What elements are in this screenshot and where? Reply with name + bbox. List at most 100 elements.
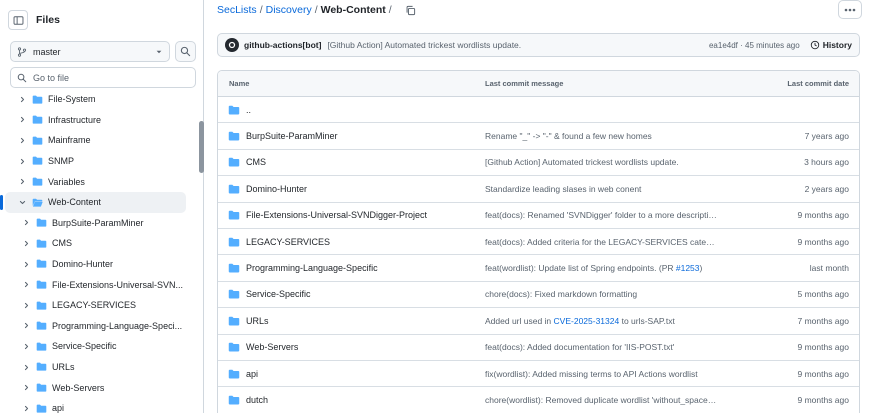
table-row[interactable]: LEGACY-SERVICES feat(docs): Added criteri… — [218, 229, 859, 256]
commit-message[interactable]: [Github Action] Automated trickest wordl… — [327, 40, 709, 50]
history-button[interactable]: History — [810, 40, 852, 50]
table-row[interactable]: api fix(wordlist): Added missing terms to… — [218, 361, 859, 388]
commit-message-tail[interactable]: to urls-SAP.txt — [619, 316, 675, 326]
avatar[interactable] — [225, 38, 239, 52]
tree-toggle[interactable] — [17, 115, 27, 125]
tree-item-label: LEGACY-SERVICES — [52, 300, 137, 311]
file-name-link[interactable]: Service-Specific — [246, 289, 311, 299]
commit-reference-link[interactable]: CVE-2025-31324 — [554, 316, 620, 326]
tree-item-urls[interactable]: URLs — [0, 357, 200, 378]
commit-message-text[interactable]: feat(docs): Renamed 'SVNDigger' folder t… — [485, 210, 729, 220]
folder-icon — [228, 105, 240, 115]
chevron-right-icon — [24, 384, 28, 391]
tree-toggle[interactable] — [21, 321, 31, 331]
commit-message-text[interactable]: [Github Action] Automated trickest wordl… — [485, 157, 679, 167]
file-name-link[interactable]: Domino-Hunter — [246, 184, 307, 194]
table-row[interactable]: BurpSuite-ParamMiner Rename "_" -> "-" & … — [218, 123, 859, 150]
breadcrumb-repo-link[interactable]: SecLists — [217, 4, 257, 16]
go-to-file-input[interactable] — [33, 72, 183, 83]
commit-message-text[interactable]: Rename "_" -> "-" & found a few new home… — [485, 131, 652, 141]
table-row[interactable]: Domino-Hunter Standardize leading slases … — [218, 176, 859, 203]
commit-message-tail[interactable]: ) — [700, 263, 703, 273]
tree-toggle[interactable] — [21, 403, 31, 413]
tree-toggle[interactable] — [21, 259, 31, 269]
tree-item-web-servers[interactable]: Web-Servers — [0, 377, 200, 398]
file-name-link[interactable]: dutch — [246, 395, 268, 405]
tree-item-file-system[interactable]: File-System — [0, 89, 200, 110]
tree-item-mainframe[interactable]: Mainframe — [0, 130, 200, 151]
tree-toggle[interactable] — [17, 197, 27, 207]
search-files-button[interactable] — [175, 41, 196, 62]
tree-toggle[interactable] — [21, 300, 31, 310]
tree-toggle[interactable] — [21, 362, 31, 372]
go-to-file-field[interactable] — [10, 67, 196, 88]
collapse-sidebar-button[interactable] — [8, 10, 28, 30]
file-name-link[interactable]: CMS — [246, 157, 266, 167]
tree-item-cms[interactable]: CMS — [0, 233, 200, 254]
tree-toggle[interactable] — [17, 156, 27, 166]
file-name-link[interactable]: .. — [246, 105, 251, 115]
tree-toggle[interactable] — [17, 94, 27, 104]
commit-message-text[interactable]: chore(wordlist): Removed duplicate wordl… — [485, 395, 725, 405]
commit-message-text[interactable]: Added url used in — [485, 316, 554, 326]
table-row[interactable]: .. — [218, 97, 859, 124]
row-commit-date: 9 months ago — [797, 368, 849, 379]
file-name-link[interactable]: Programming-Language-Specific — [246, 263, 378, 273]
tree-item-service-specific[interactable]: Service-Specific — [0, 336, 200, 357]
commit-message-text[interactable]: fix(wordlist): Added missing terms to AP… — [485, 369, 698, 379]
tree-item-legacy-services[interactable]: LEGACY-SERVICES — [0, 295, 200, 316]
tree-item-api[interactable]: api — [0, 398, 200, 413]
file-name-link[interactable]: api — [246, 369, 258, 379]
commit-hash-time[interactable]: ea1e4df · 45 minutes ago — [709, 41, 800, 50]
chevron-down-icon — [19, 200, 25, 204]
commit-message-text[interactable]: chore(docs): Fixed markdown formatting — [485, 289, 637, 299]
tree-toggle[interactable] — [21, 238, 31, 248]
tree-toggle[interactable] — [17, 135, 27, 145]
tree-item-snmp[interactable]: SNMP — [0, 151, 200, 172]
branch-selector[interactable]: master — [10, 41, 170, 62]
file-name-link[interactable]: Web-Servers — [246, 342, 298, 352]
commit-message-text[interactable]: Standardize leading slases in web conent — [485, 184, 641, 194]
table-row[interactable]: URLs Added url used in CVE-2025-31324 to … — [218, 308, 859, 335]
tree-toggle[interactable] — [21, 341, 31, 351]
commit-reference-link[interactable]: #1253 — [676, 263, 700, 273]
tree-toggle[interactable] — [21, 383, 31, 393]
table-row[interactable]: CMS [Github Action] Automated trickest wo… — [218, 150, 859, 177]
tree-item-web-content[interactable]: Web-Content — [0, 191, 186, 213]
folder-icon — [228, 290, 240, 299]
table-row[interactable]: Service-Specific chore(docs): Fixed markd… — [218, 282, 859, 309]
search-icon — [17, 73, 27, 82]
tree-item-burpsuite-paramminer[interactable]: BurpSuite-ParamMiner — [0, 213, 200, 234]
tree-toggle[interactable] — [17, 177, 27, 187]
tree-item-variables[interactable]: Variables — [0, 171, 200, 192]
more-options-button[interactable] — [838, 0, 862, 19]
commit-message-text[interactable]: feat(docs): Added documentation for 'IIS… — [485, 342, 674, 352]
folder-icon — [32, 95, 43, 104]
tree-item-file-extensions-universal-svn[interactable]: File-Extensions-Universal-SVN... — [0, 274, 200, 295]
table-row[interactable]: File-Extensions-Universal-SVNDigger-Proj… — [218, 203, 859, 229]
tree-item-domino-hunter[interactable]: Domino-Hunter — [0, 254, 200, 275]
row-commit-date: 5 months ago — [797, 289, 849, 300]
sidebar-title: Files — [36, 14, 60, 26]
chevron-right-icon — [24, 405, 28, 411]
tree-item-infrastructure[interactable]: Infrastructure — [0, 110, 200, 131]
commit-author[interactable]: github-actions[bot] — [244, 40, 321, 50]
sidebar-scrollbar[interactable] — [199, 121, 204, 173]
file-name-link[interactable]: BurpSuite-ParamMiner — [246, 131, 338, 141]
table-row[interactable]: Programming-Language-Specific feat(wordli… — [218, 255, 859, 282]
commit-message-text[interactable]: feat(wordlist): Update list of Spring en… — [485, 263, 676, 273]
file-name-link[interactable]: LEGACY-SERVICES — [246, 237, 330, 247]
table-row[interactable]: dutch chore(wordlist): Removed duplicate … — [218, 387, 859, 413]
breadcrumb-folder-link[interactable]: Discovery — [266, 4, 312, 16]
copy-path-button[interactable] — [405, 5, 416, 16]
folder-icon — [228, 342, 240, 352]
breadcrumb-trailing-separator: / — [388, 4, 392, 16]
file-name-link[interactable]: File-Extensions-Universal-SVNDigger-Proj… — [246, 210, 427, 220]
tree-item-programming-language-speci[interactable]: Programming-Language-Speci... — [0, 316, 200, 337]
tree-toggle[interactable] — [21, 280, 31, 290]
table-row[interactable]: Web-Servers feat(docs): Added documentati… — [218, 335, 859, 361]
file-name-link[interactable]: URLs — [246, 316, 269, 326]
commit-message-text[interactable]: feat(docs): Added criteria for the LEGAC… — [485, 237, 723, 247]
row-commit-date: 2 years ago — [804, 183, 849, 194]
tree-toggle[interactable] — [21, 218, 31, 228]
